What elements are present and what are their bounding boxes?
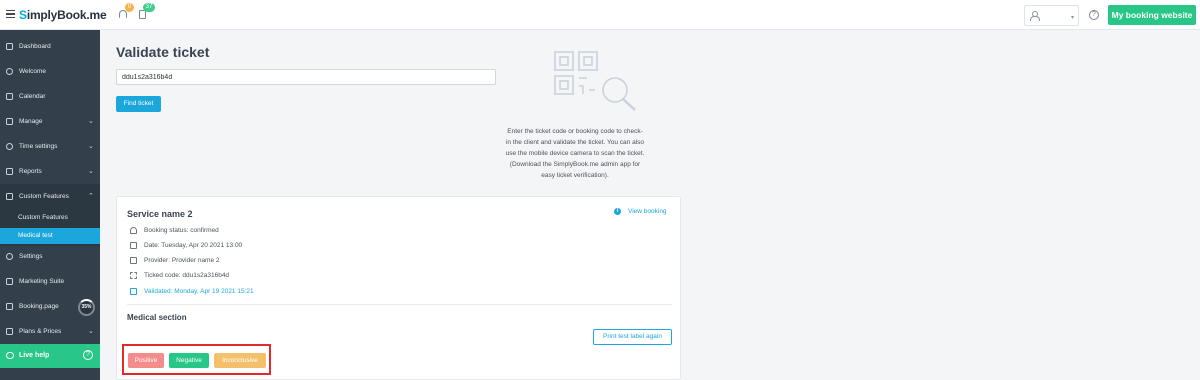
clock-icon [6, 143, 13, 150]
bell-icon[interactable] [119, 10, 127, 18]
chevron-down-icon: ⌄ [88, 328, 94, 335]
help-icon[interactable]: ? [1089, 10, 1099, 20]
sidebar-item-marketing-suite[interactable]: Marketing Suite [0, 270, 100, 295]
sidebar-item-reports[interactable]: Reports ⌄ [0, 160, 100, 185]
lightbulb-icon [6, 68, 13, 75]
qr-icon [130, 272, 137, 279]
provider-icon [130, 257, 137, 264]
menu-icon[interactable] [6, 10, 15, 18]
chevron-up-icon: ⌃ [88, 193, 94, 200]
ticket-code-input[interactable] [116, 69, 496, 85]
chat-icon [6, 352, 14, 359]
print-test-label-button[interactable]: Print test label again [593, 329, 672, 345]
tasks-badge: 37 [143, 3, 155, 12]
sidebar-item-welcome[interactable]: Welcome [0, 60, 100, 85]
calendar-icon [6, 93, 13, 100]
sidebar-item-calendar[interactable]: Calendar [0, 85, 100, 110]
chevron-down-icon: ⌄ [88, 118, 94, 125]
booking-card: Service name 2 i View booking Booking st… [116, 196, 681, 380]
negative-button[interactable]: Negative [169, 353, 209, 368]
inconclusive-button[interactable]: Inconclusive [214, 353, 266, 368]
top-bar: SimplyBook.me 0 37 ▾ ? My booking websit… [0, 0, 1200, 30]
help-icon: ? [83, 350, 93, 360]
money-icon [6, 328, 13, 335]
live-help-button[interactable]: Live help ? [0, 344, 100, 368]
hand-icon [6, 303, 13, 310]
user-icon [1030, 11, 1040, 21]
puzzle-icon [6, 193, 13, 200]
sidebar-item-manage[interactable]: Manage ⌄ [0, 110, 100, 135]
sidebar-subitem-custom-features[interactable]: Custom Features [18, 214, 68, 221]
sidebar-item-plans-prices[interactable]: Plans & Prices ⌄ [0, 320, 100, 345]
test-result-buttons-group: Positive Negative Inconclusive [122, 344, 271, 375]
notifications-badge: 0 [125, 3, 134, 12]
medical-section-title: Medical section [127, 313, 187, 322]
sidebar: Dashboard Welcome Calendar Manage ⌄ Time… [0, 30, 100, 380]
booking-page-progress: 35% [78, 299, 95, 316]
sidebar-item-custom-features[interactable]: Custom Features ⌃ [0, 185, 100, 210]
megaphone-icon [6, 278, 13, 285]
home-icon [130, 227, 137, 234]
chevron-down-icon: ▾ [1071, 15, 1075, 21]
qr-scan-illustration-icon [554, 51, 636, 111]
info-icon: i [614, 208, 621, 215]
service-title: Service name 2 [127, 209, 193, 219]
chevron-down-icon: ⌄ [88, 143, 94, 150]
folder-icon [130, 288, 137, 295]
my-booking-website-button[interactable]: My booking website [1108, 5, 1196, 25]
logo[interactable]: SimplyBook.me [19, 8, 107, 22]
user-dropdown[interactable]: ▾ [1024, 5, 1079, 26]
pencil-icon [6, 118, 13, 125]
positive-button[interactable]: Positive [128, 353, 164, 368]
page-title: Validate ticket [116, 44, 210, 60]
gear-icon [6, 253, 13, 260]
dashboard-icon [6, 43, 13, 50]
calendar-icon [130, 242, 137, 249]
find-ticket-button[interactable]: Find ticket [116, 96, 161, 112]
help-text: Enter the ticket code or booking code to… [505, 128, 645, 179]
sidebar-item-dashboard[interactable]: Dashboard [0, 35, 100, 60]
divider [127, 304, 672, 305]
sidebar-item-settings[interactable]: Settings [0, 245, 100, 270]
sidebar-item-time-settings[interactable]: Time settings ⌄ [0, 135, 100, 160]
sidebar-subitem-medical-test[interactable]: Medical test [0, 228, 100, 244]
chart-icon [6, 168, 13, 175]
chevron-down-icon: ⌄ [88, 168, 94, 175]
